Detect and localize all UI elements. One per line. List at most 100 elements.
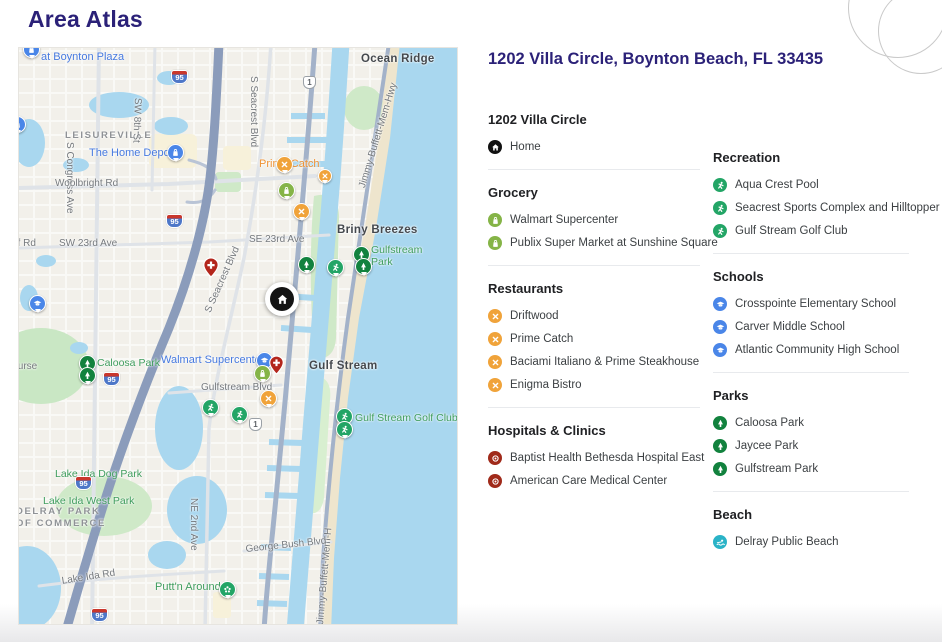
park-marker[interactable] xyxy=(298,256,315,273)
map-label-poi[interactable]: Lake Ida Dog Park xyxy=(55,468,142,480)
map-label-town: Gulf Stream xyxy=(309,360,377,372)
item-label: Atlantic Community High School xyxy=(735,344,899,356)
i95-shield: 95 xyxy=(91,608,108,622)
map-label-district: OF COMMERCE xyxy=(18,518,106,529)
divider xyxy=(713,253,909,254)
recreation-marker[interactable] xyxy=(202,399,219,416)
section-title: 1202 Villa Circle xyxy=(488,112,700,127)
item-label: Jaycee Park xyxy=(735,440,798,452)
section-title: Schools xyxy=(713,269,909,284)
address-heading: 1202 Villa Circle, Boynton Beach, FL 334… xyxy=(488,50,823,69)
park-icon xyxy=(713,462,727,476)
home-icon xyxy=(488,140,502,154)
section-title: Restaurants xyxy=(488,281,700,296)
item-label: Seacrest Sports Complex and Hilltopper xyxy=(735,202,940,214)
divider xyxy=(713,372,909,373)
recreation-icon xyxy=(713,201,727,215)
list-item: Driftwood xyxy=(488,309,700,323)
list-item: Baptist Health Bethesda Hospital East xyxy=(488,451,700,465)
item-label: American Care Medical Center xyxy=(510,475,667,487)
hospital-icon xyxy=(488,474,502,488)
list-item: Crosspointe Elementary School xyxy=(713,297,909,311)
recreation-marker[interactable] xyxy=(327,259,344,276)
item-label: Caloosa Park xyxy=(735,417,804,429)
section-parks: Parks Caloosa Park Jaycee Park Gulfstrea… xyxy=(713,388,909,476)
restaurant-icon xyxy=(488,332,502,346)
school-icon xyxy=(713,320,727,334)
list-item: Walmart Supercenter xyxy=(488,213,700,227)
divider xyxy=(488,407,700,408)
item-label: Gulf Stream Golf Club xyxy=(735,225,847,237)
hospital-icon xyxy=(488,451,502,465)
map-label-poi[interactable]: Putt'n Around xyxy=(155,581,221,593)
map-canvas[interactable]: Ocean Ridge Briny Breezes Gulf Stream LE… xyxy=(18,47,458,625)
restaurant-icon xyxy=(488,355,502,369)
grocery-marker[interactable] xyxy=(278,182,295,199)
recreation-icon xyxy=(713,178,727,192)
section-grocery: Grocery Walmart Supercenter Publix Super… xyxy=(488,185,700,250)
us1-shield: 1 xyxy=(303,76,316,89)
school-icon xyxy=(713,343,727,357)
divider xyxy=(488,169,700,170)
restaurant-marker[interactable] xyxy=(260,390,277,407)
map-label-poi[interactable]: at Boynton Plaza xyxy=(41,51,124,63)
recreation-marker[interactable] xyxy=(336,421,353,438)
map-label-poi[interactable]: Gulf Stream Golf Club xyxy=(355,412,458,424)
list-item: Gulf Stream Golf Club xyxy=(713,224,909,238)
item-label: Publix Super Market at Sunshine Square xyxy=(510,237,718,249)
map-label-poi[interactable]: Walmart Supercenter xyxy=(161,354,265,366)
park-marker[interactable] xyxy=(355,258,372,275)
restaurant-marker[interactable] xyxy=(293,203,310,220)
page-title: Area Atlas xyxy=(28,6,143,33)
legend-column-left: 1202 Villa Circle Home Grocery Walmart S… xyxy=(488,110,700,497)
map-label-road: Golf Rd xyxy=(18,238,36,249)
item-label: Prime Catch xyxy=(510,333,573,345)
i95-shield: 95 xyxy=(171,70,188,84)
restaurant-marker[interactable] xyxy=(318,169,332,183)
restaurant-icon xyxy=(488,309,502,323)
list-item-home: Home xyxy=(488,140,700,154)
hospital-pin-marker[interactable] xyxy=(269,355,284,380)
map-label-poi[interactable]: Park xyxy=(371,256,393,268)
section-title: Parks xyxy=(713,388,909,403)
legend-column-right: Recreation Aqua Crest Pool Seacrest Spor… xyxy=(713,148,909,558)
list-item: Publix Super Market at Sunshine Square xyxy=(488,236,700,250)
grocery-icon xyxy=(488,213,502,227)
us1-shield: 1 xyxy=(249,418,262,431)
map-label-poi[interactable]: Gulfstream xyxy=(371,244,422,256)
item-label: Aqua Crest Pool xyxy=(735,179,819,191)
map-label-poi[interactable]: The Home Depot xyxy=(89,147,173,159)
item-label: Baptist Health Bethesda Hospital East xyxy=(510,452,704,464)
section-title: Beach xyxy=(713,507,909,522)
map-label-town: Briny Breezes xyxy=(337,224,418,236)
list-item: Aqua Crest Pool xyxy=(713,178,909,192)
park-icon xyxy=(713,416,727,430)
list-item: Seacrest Sports Complex and Hilltopper xyxy=(713,201,909,215)
home-depot-marker[interactable] xyxy=(167,144,184,161)
recreation-marker[interactable] xyxy=(231,406,248,423)
list-item: Atlantic Community High School xyxy=(713,343,909,357)
item-label: Delray Public Beach xyxy=(735,536,839,548)
map-label-poi[interactable]: Lake Ida West Park xyxy=(43,495,134,507)
section-title: Recreation xyxy=(713,150,909,165)
mini-golf-marker[interactable] xyxy=(219,581,236,598)
section-restaurants: Restaurants Driftwood Prime Catch Baciam… xyxy=(488,281,700,392)
section-title: Hospitals & Clinics xyxy=(488,423,700,438)
list-item: American Care Medical Center xyxy=(488,474,700,488)
section-recreation: Recreation Aqua Crest Pool Seacrest Spor… xyxy=(713,150,909,238)
map-label-poi[interactable]: Caloosa Park xyxy=(97,357,160,369)
item-label: Enigma Bistro xyxy=(510,379,582,391)
section-hospitals: Hospitals & Clinics Baptist Health Bethe… xyxy=(488,423,700,488)
map-label-town: Ocean Ridge xyxy=(361,53,435,65)
home-marker[interactable] xyxy=(265,282,299,316)
i95-shield: 95 xyxy=(166,214,183,228)
school-marker[interactable] xyxy=(29,295,46,312)
park-marker[interactable] xyxy=(79,367,96,384)
item-label: Walmart Supercenter xyxy=(510,214,618,226)
section-beach: Beach Delray Public Beach xyxy=(713,507,909,549)
hospital-pin-marker[interactable] xyxy=(203,257,219,283)
map-label-district: DELRAY PARK xyxy=(18,506,100,517)
grocery-icon xyxy=(488,236,502,250)
list-item: Jaycee Park xyxy=(713,439,909,453)
restaurant-marker[interactable] xyxy=(276,156,293,173)
